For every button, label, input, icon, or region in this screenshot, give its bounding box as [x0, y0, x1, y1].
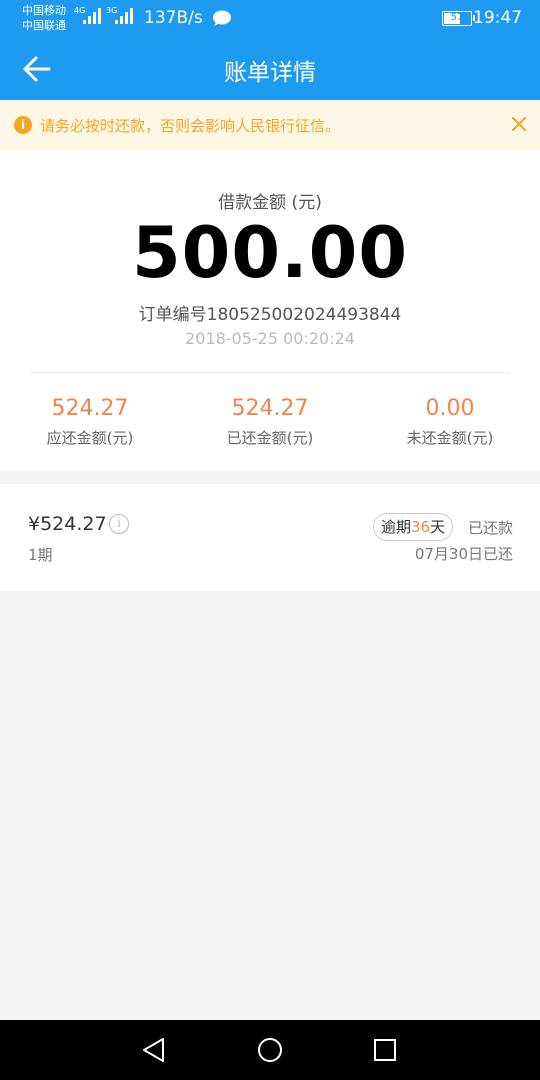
- payment-status: 已还款: [467, 519, 513, 537]
- status-bar: 中国移动 中国联通 4G 3G 137B/s 57 19:47: [0, 0, 540, 38]
- order-time: 2018-05-25 00:20:24: [185, 329, 355, 348]
- stat-due-label: 应还金额(元): [46, 429, 134, 447]
- clock: 19:47: [473, 8, 522, 28]
- recent-apps-icon[interactable]: [370, 1035, 400, 1065]
- app-header: 账单详情: [0, 38, 540, 100]
- battery-icon: 57: [442, 11, 475, 26]
- stat-due: 524.27 应还金额(元): [0, 396, 180, 448]
- installment-period: 1期: [28, 546, 53, 564]
- overdue-days: 36: [411, 518, 431, 536]
- notice-text: 请务必按时还款，否则会影响人民银行征信。: [40, 117, 341, 135]
- info-icon: i: [14, 116, 32, 134]
- stat-paid: 524.27 已还金额(元): [180, 396, 360, 448]
- divider: [30, 372, 510, 373]
- carrier-2: 中国联通: [22, 19, 66, 32]
- back-triangle-icon[interactable]: [139, 1035, 169, 1065]
- loan-amount-label: 借款金额 (元): [218, 193, 322, 213]
- installment-amount: ¥524.27: [28, 513, 107, 535]
- order-number: 订单编号180525002024493844: [138, 305, 402, 325]
- stat-due-value: 524.27: [51, 396, 129, 421]
- net-speed: 137B/s: [144, 8, 203, 28]
- overdue-prefix: 逾期: [381, 518, 412, 536]
- overdue-suffix: 天: [430, 518, 446, 536]
- stat-paid-label: 已还金额(元): [226, 429, 314, 447]
- close-icon[interactable]: [510, 115, 528, 133]
- overdue-badge: 逾期36天: [373, 513, 454, 541]
- carrier-1: 中国移动: [22, 4, 66, 17]
- stat-paid-value: 524.27: [231, 396, 309, 421]
- stat-unpaid: 0.00 未还金额(元): [360, 396, 540, 448]
- info-icon[interactable]: i: [109, 514, 129, 534]
- stat-unpaid-value: 0.00: [425, 396, 475, 421]
- paid-date: 07月30日已还: [414, 545, 513, 563]
- stat-unpaid-label: 未还金额(元): [406, 429, 494, 447]
- system-nav-bar: [0, 1020, 540, 1080]
- battery-level: 57: [450, 12, 464, 23]
- home-circle-icon[interactable]: [255, 1035, 285, 1065]
- installment-row[interactable]: ¥524.27 i 1期 逾期36天 已还款 07月30日已还: [0, 484, 540, 591]
- loan-amount: 500.00: [131, 212, 409, 294]
- loan-summary-card: 借款金额 (元) 500.00 订单编号180525002024493844 2…: [0, 150, 540, 470]
- page-title: 账单详情: [224, 60, 316, 86]
- carrier-info: 中国移动 中国联通: [22, 3, 66, 33]
- message-icon: [213, 10, 231, 26]
- notice-banner: i 请务必按时还款，否则会影响人民银行征信。: [0, 100, 540, 150]
